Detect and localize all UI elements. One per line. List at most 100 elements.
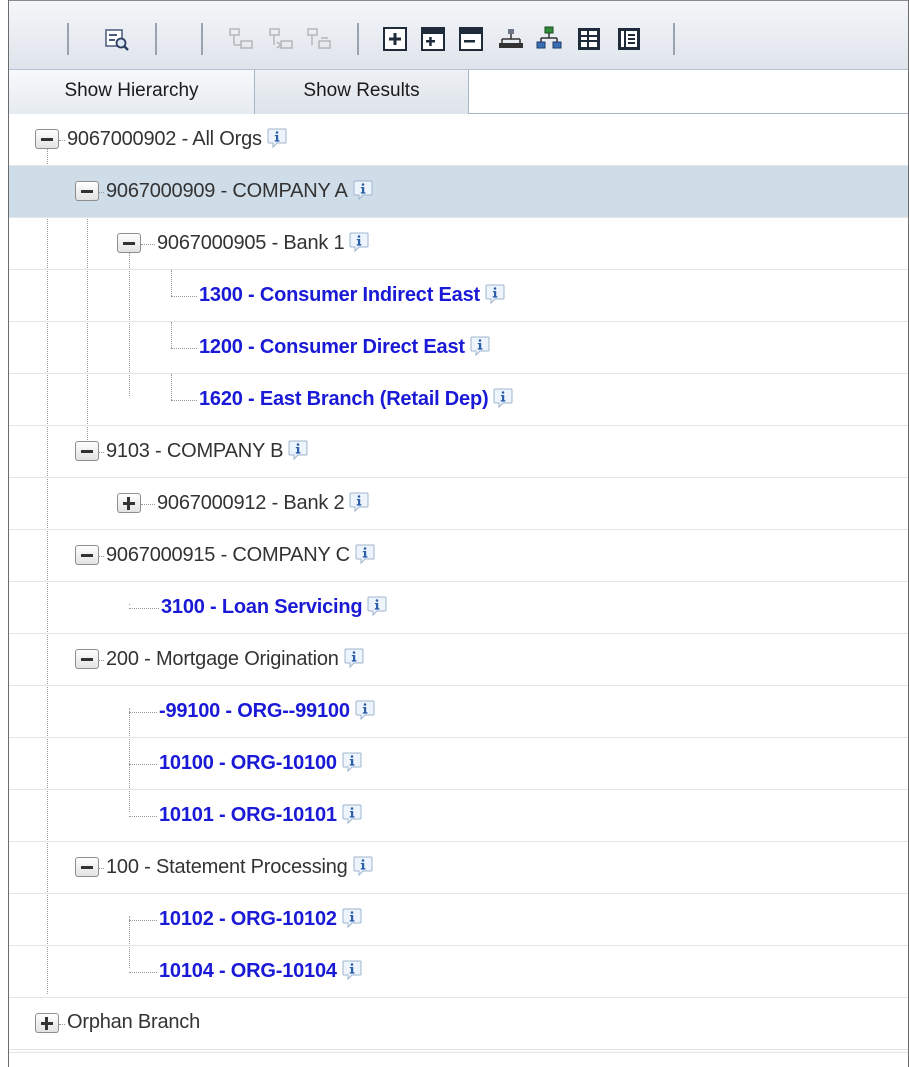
tree-node-label-wrap: -99100 - ORG--99100 xyxy=(159,699,376,723)
remove-node-icon[interactable] xyxy=(305,25,333,53)
tree-guide-line xyxy=(171,322,172,348)
tree-node-label[interactable]: 10100 - ORG-10100 xyxy=(159,752,337,774)
tree-node-label-wrap: 1200 - Consumer Direct East xyxy=(199,335,491,359)
tree-node-label-wrap: 1620 - East Branch (Retail Dep) xyxy=(199,387,514,411)
hierarchy-toolbar xyxy=(9,0,908,70)
tree-row-10101-org-10101[interactable]: 10101 - ORG-10101 xyxy=(9,790,908,842)
tree-node-label-wrap: 9067000915 - COMPANY C xyxy=(106,543,376,567)
tree-row-3100-loan-servicing[interactable]: 3100 - Loan Servicing xyxy=(9,582,908,634)
tree-node-label-wrap: 10104 - ORG-10104 xyxy=(159,959,363,983)
tree-row-1300-consumer-indirect-east[interactable]: 1300 - Consumer Indirect East xyxy=(9,270,908,322)
tree-connector xyxy=(129,920,157,921)
tree-node-label[interactable]: 9103 - COMPANY B xyxy=(106,440,283,462)
tree-node-label-wrap: 10100 - ORG-10100 xyxy=(159,751,363,775)
info-icon[interactable] xyxy=(469,335,491,357)
tree-row-9067000909-company-a[interactable]: 9067000909 - COMPANY A xyxy=(9,166,908,218)
tree-node-label[interactable]: 9067000905 - Bank 1 xyxy=(157,232,345,254)
tree-connector xyxy=(171,348,197,349)
toolbar-separator xyxy=(673,23,675,55)
info-icon[interactable] xyxy=(341,803,363,825)
tree-node-label-wrap: 10102 - ORG-10102 xyxy=(159,907,363,931)
collapse-node-icon[interactable] xyxy=(75,545,99,565)
collapse-node-icon[interactable] xyxy=(75,181,99,201)
tree-row-9103-company-b[interactable]: 9103 - COMPANY B xyxy=(9,426,908,478)
info-icon[interactable] xyxy=(492,387,514,409)
tree-row-100-statement-processing[interactable]: 100 - Statement Processing xyxy=(9,842,908,894)
info-icon[interactable] xyxy=(341,751,363,773)
tree-node-label-wrap: 3100 - Loan Servicing xyxy=(161,595,388,619)
tree-node-label[interactable]: -99100 - ORG--99100 xyxy=(159,700,350,722)
info-icon[interactable] xyxy=(266,127,288,149)
tree-node-label[interactable]: 1300 - Consumer Indirect East xyxy=(199,284,480,306)
tab-show-results[interactable]: Show Results xyxy=(255,70,469,114)
tree-connector xyxy=(99,868,104,869)
tree-node-label[interactable]: 9067000912 - Bank 2 xyxy=(157,492,345,514)
tree-node-label[interactable]: 1620 - East Branch (Retail Dep) xyxy=(199,388,489,410)
org-hierarchy-panel: Show Hierarchy Show Results 9067000902 -… xyxy=(8,0,909,1067)
tree-node-label-wrap: 9103 - COMPANY B xyxy=(106,439,309,463)
tree-row-10100-org-10100[interactable]: 10100 - ORG-10100 xyxy=(9,738,908,790)
info-icon[interactable] xyxy=(352,855,374,877)
info-icon[interactable] xyxy=(341,959,363,981)
info-icon[interactable] xyxy=(348,491,370,513)
tree-node-label[interactable]: 9067000915 - COMPANY C xyxy=(106,544,350,566)
expand-level-icon[interactable] xyxy=(419,25,447,53)
tree-row-1200-consumer-direct-east[interactable]: 1200 - Consumer Direct East xyxy=(9,322,908,374)
expand-all-icon[interactable] xyxy=(381,25,409,53)
org-chart-icon[interactable] xyxy=(535,25,563,53)
collapse-node-icon[interactable] xyxy=(75,857,99,877)
tab-show-hierarchy[interactable]: Show Hierarchy xyxy=(9,70,255,114)
tree-row-10102-org-10102[interactable]: 10102 - ORG-10102 xyxy=(9,894,908,946)
tree-connector xyxy=(129,764,157,765)
expand-node-icon[interactable] xyxy=(35,1013,59,1033)
info-icon[interactable] xyxy=(354,543,376,565)
tree-guide-line xyxy=(171,270,172,296)
tree-row-99100-org-99100[interactable]: -99100 - ORG--99100 xyxy=(9,686,908,738)
info-icon[interactable] xyxy=(341,907,363,929)
tree-node-label[interactable]: Orphan Branch xyxy=(67,1011,200,1034)
info-icon[interactable] xyxy=(287,439,309,461)
tree-row-10104-org-10104[interactable]: 10104 - ORG-10104 xyxy=(9,946,908,998)
tree-node-label-wrap: 9067000905 - Bank 1 xyxy=(157,231,370,255)
tree-row-orphan-branch[interactable]: Orphan Branch xyxy=(9,998,908,1050)
info-icon[interactable] xyxy=(484,283,506,305)
info-icon[interactable] xyxy=(348,231,370,253)
tree-node-label[interactable]: 10101 - ORG-10101 xyxy=(159,804,337,826)
collapse-node-icon[interactable] xyxy=(35,129,59,149)
tree-row-9067000915-company-c[interactable]: 9067000915 - COMPANY C xyxy=(9,530,908,582)
collapse-node-icon[interactable] xyxy=(75,649,99,669)
tree-row-1620-east-branch-retail-dep[interactable]: 1620 - East Branch (Retail Dep) xyxy=(9,374,908,426)
tree-row-9067000902-all-orgs[interactable]: 9067000902 - All Orgs xyxy=(9,114,908,166)
details-view-icon[interactable] xyxy=(615,25,643,53)
tree-node-label[interactable]: 9067000902 - All Orgs xyxy=(67,128,262,150)
expand-node-icon[interactable] xyxy=(117,493,141,513)
tree-node-label[interactable]: 100 - Statement Processing xyxy=(106,856,348,878)
collapse-node-icon[interactable] xyxy=(117,233,141,253)
tree-node-label[interactable]: 1200 - Consumer Direct East xyxy=(199,336,465,358)
tree-connector xyxy=(59,140,65,141)
org-hierarchy-tree: 9067000902 - All Orgs 9067000909 - COMPAN… xyxy=(9,114,908,1067)
info-icon[interactable] xyxy=(352,179,374,201)
hierarchy-view-icon[interactable] xyxy=(497,25,525,53)
info-icon[interactable] xyxy=(343,647,365,669)
search-hierarchy-icon[interactable] xyxy=(103,25,131,53)
tree-node-label[interactable]: 200 - Mortgage Origination xyxy=(106,648,339,670)
tree-row-9067000912-bank-2[interactable]: 9067000912 - Bank 2 xyxy=(9,478,908,530)
collapse-node-icon[interactable] xyxy=(75,441,99,461)
toolbar-separator xyxy=(67,23,69,55)
collapse-level-icon[interactable] xyxy=(457,25,485,53)
move-node-icon[interactable] xyxy=(267,25,295,53)
info-icon[interactable] xyxy=(354,699,376,721)
grid-view-icon[interactable] xyxy=(575,25,603,53)
tree-node-label[interactable]: 10104 - ORG-10104 xyxy=(159,960,337,982)
insert-node-icon[interactable] xyxy=(227,25,255,53)
tree-row-200-mortgage-origination[interactable]: 200 - Mortgage Origination xyxy=(9,634,908,686)
tree-node-label[interactable]: 10102 - ORG-10102 xyxy=(159,908,337,930)
info-icon[interactable] xyxy=(366,595,388,617)
toolbar-separator xyxy=(155,23,157,55)
tree-connector xyxy=(129,972,157,973)
tree-node-label-wrap: 9067000912 - Bank 2 xyxy=(157,491,370,515)
tree-row-9067000905-bank-1[interactable]: 9067000905 - Bank 1 xyxy=(9,218,908,270)
tree-node-label[interactable]: 9067000909 - COMPANY A xyxy=(106,180,348,202)
tree-node-label[interactable]: 3100 - Loan Servicing xyxy=(161,596,363,618)
